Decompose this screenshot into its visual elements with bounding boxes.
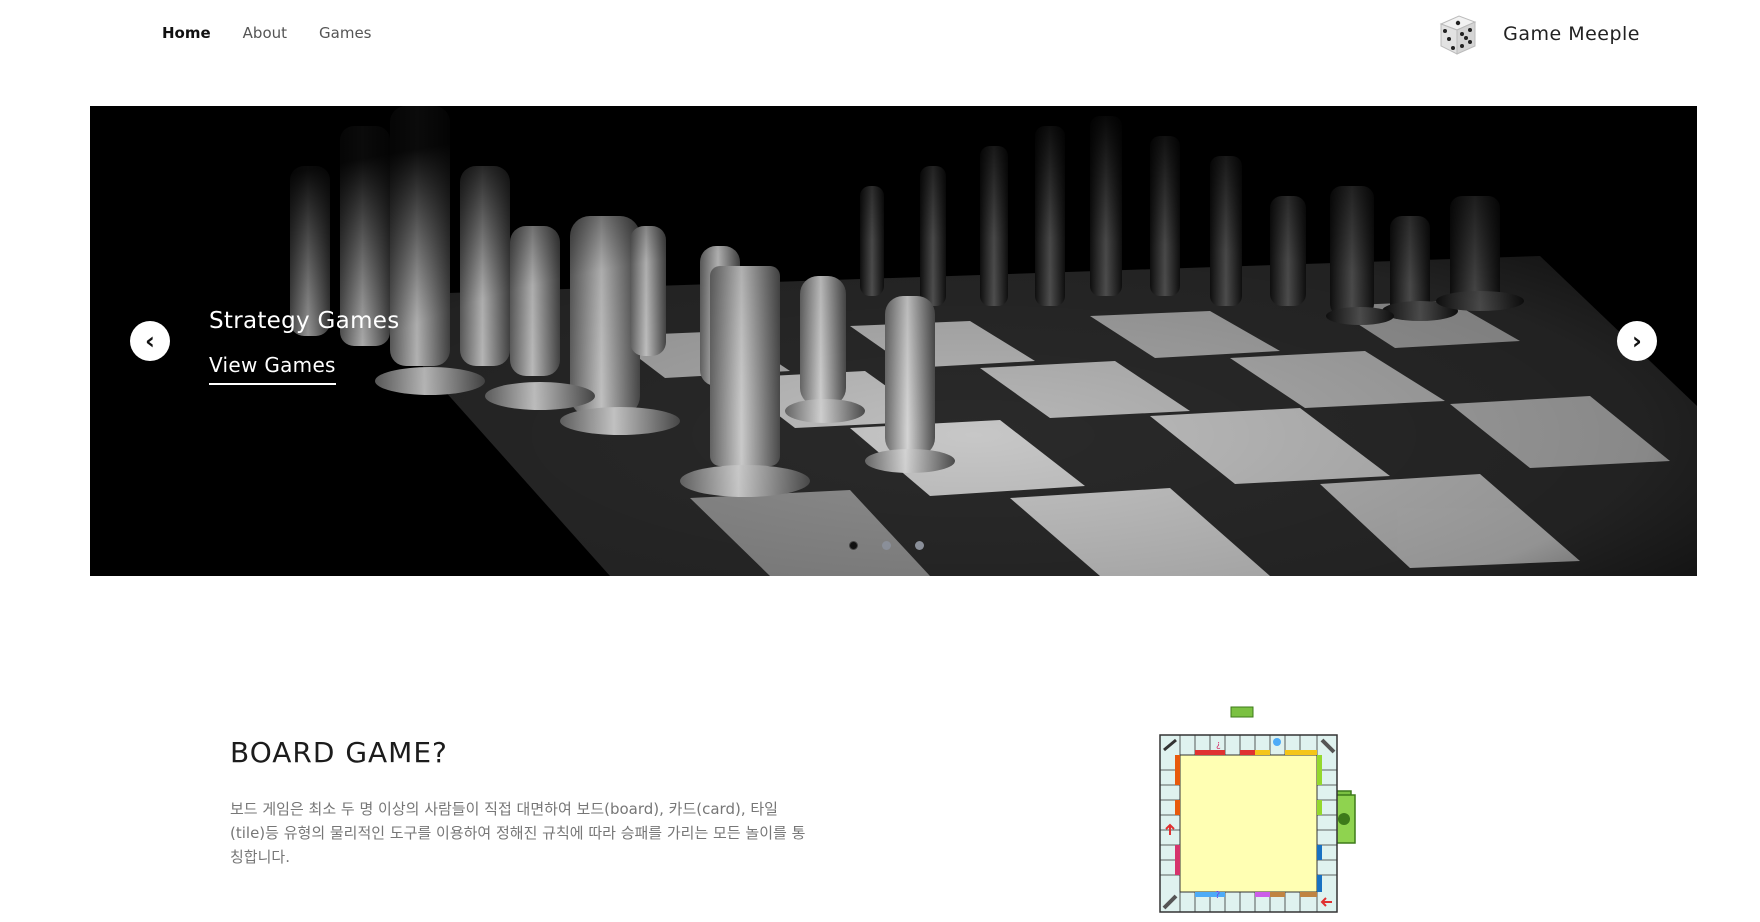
- slide-title: Strategy Games: [209, 308, 400, 334]
- section-title: BOARD GAME?: [230, 736, 448, 769]
- brand[interactable]: Game Meeple: [1433, 10, 1640, 58]
- carousel-dot-3[interactable]: [915, 541, 924, 550]
- board-game-info: BOARD GAME? 보드 게임은 최소 두 명 이상의 사람들이 직접 대면…: [230, 736, 810, 869]
- carousel-prev-button[interactable]: ‹: [130, 321, 170, 361]
- nav-link-about[interactable]: About: [243, 24, 287, 42]
- view-games-link[interactable]: View Games: [209, 353, 336, 385]
- brand-name: Game Meeple: [1503, 23, 1640, 45]
- carousel-next-button[interactable]: ›: [1617, 321, 1657, 361]
- nav-links: Home About Games: [162, 24, 372, 42]
- board-game-icon: ? ¿: [1159, 706, 1356, 913]
- nav-link-games[interactable]: Games: [319, 24, 371, 42]
- carousel-dot-1[interactable]: [849, 541, 858, 550]
- svg-text:¿: ¿: [1216, 740, 1221, 750]
- top-navbar: Home About Games Game Meeple: [0, 0, 1760, 70]
- chevron-right-icon: ›: [1632, 327, 1642, 355]
- hero-carousel: Strategy Games View Games ‹ ›: [90, 106, 1697, 576]
- hero-caption: Strategy Games View Games: [209, 308, 400, 385]
- carousel-indicators: [849, 541, 924, 550]
- chevron-left-icon: ‹: [145, 327, 155, 355]
- section-description: 보드 게임은 최소 두 명 이상의 사람들이 직접 대면하여 보드(board)…: [230, 800, 806, 866]
- nav-link-home[interactable]: Home: [162, 24, 211, 42]
- monopoly-board-illustration: ? ¿: [1150, 700, 1380, 922]
- svg-text:?: ?: [1215, 890, 1220, 901]
- carousel-dot-2[interactable]: [882, 541, 891, 550]
- dice-icon: [1439, 15, 1477, 55]
